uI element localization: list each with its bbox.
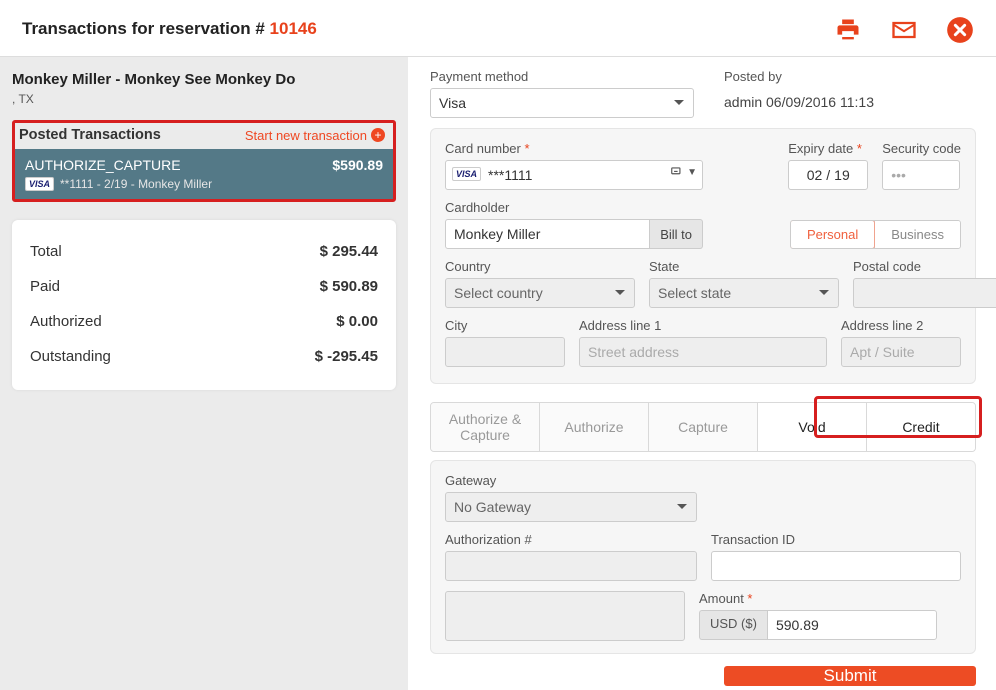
summary-panel: Total $ 295.44 Paid $ 590.89 Authorized $ 0… <box>12 220 396 390</box>
addr2-input[interactable] <box>841 337 961 367</box>
billto-segment: Personal Business <box>790 220 961 249</box>
state-label: State <box>649 259 839 274</box>
card-number-input[interactable] <box>445 160 703 190</box>
currency-label: USD ($) <box>699 610 767 640</box>
authnum-label: Authorization # <box>445 532 697 547</box>
posted-transactions-panel: Posted Transactions Start new transactio… <box>12 120 396 202</box>
expiry-month: 02 <box>807 167 823 183</box>
card-number-label: Card number <box>445 141 774 156</box>
postal-label: Postal code <box>853 259 996 274</box>
security-code-input[interactable] <box>882 160 960 190</box>
cardholder-label: Cardholder <box>445 200 776 215</box>
summary-auth-value: $ 0.00 <box>336 313 378 330</box>
tab-authorize[interactable]: Authorize <box>539 403 648 451</box>
submit-button[interactable]: Submit <box>724 666 976 686</box>
security-code-label: Security code <box>882 141 961 156</box>
city-input[interactable] <box>445 337 565 367</box>
payment-method-label: Payment method <box>430 69 694 84</box>
txid-input[interactable] <box>711 551 961 581</box>
tab-authorize-capture[interactable]: Authorize & Capture <box>431 403 539 451</box>
seg-business-button[interactable]: Business <box>874 221 960 248</box>
gateway-select[interactable]: No Gateway <box>445 492 697 522</box>
addr1-input[interactable] <box>579 337 827 367</box>
visa-icon: VISA <box>452 167 481 181</box>
email-icon[interactable] <box>890 16 918 42</box>
addr2-label: Address line 2 <box>841 318 961 333</box>
title-prefix: Transactions for reservation # <box>22 19 270 38</box>
bill-to-button[interactable]: Bill to <box>650 219 703 249</box>
amount-input[interactable] <box>767 610 937 640</box>
start-new-transaction-link[interactable]: Start new transaction + <box>245 128 385 143</box>
amount-label: Amount <box>699 591 937 606</box>
close-icon[interactable] <box>946 16 974 42</box>
guest-name: Monkey Miller - Monkey See Monkey Do <box>12 71 396 92</box>
plus-icon: + <box>371 128 385 142</box>
summary-auth-label: Authorized <box>30 313 102 330</box>
guest-location: , TX <box>12 92 396 106</box>
print-icon[interactable] <box>834 16 862 42</box>
summary-total-label: Total <box>30 243 62 260</box>
slash: / <box>826 167 830 183</box>
notes-box[interactable] <box>445 591 685 641</box>
payment-method-select[interactable]: Visa <box>430 88 694 118</box>
summary-paid-label: Paid <box>30 278 60 295</box>
transaction-row[interactable]: AUTHORIZE_CAPTURE $590.89 VISA **1111 - … <box>15 149 393 199</box>
gateway-label: Gateway <box>445 473 697 488</box>
state-select[interactable]: Select state <box>649 278 839 308</box>
summary-out-value: $ -295.45 <box>315 348 378 365</box>
expiry-input[interactable]: 02 / 19 <box>788 160 868 190</box>
transaction-amount: $590.89 <box>332 157 383 173</box>
summary-out-label: Outstanding <box>30 348 111 365</box>
summary-paid-value: $ 590.89 <box>320 278 378 295</box>
country-select[interactable]: Select country <box>445 278 635 308</box>
card-dropdown-icon[interactable]: ▼ <box>669 165 697 179</box>
expiry-label: Expiry date <box>788 141 868 156</box>
posted-by-value: admin 06/09/2016 11:13 <box>724 88 976 110</box>
addr1-label: Address line 1 <box>579 318 827 333</box>
seg-personal-button[interactable]: Personal <box>790 220 875 249</box>
cardholder-input[interactable] <box>445 219 650 249</box>
action-tabs: Authorize & Capture Authorize Capture Vo… <box>430 402 976 452</box>
page-title: Transactions for reservation # 10146 <box>22 19 317 39</box>
tab-capture[interactable]: Capture <box>648 403 757 451</box>
visa-icon: VISA <box>25 177 54 191</box>
expiry-year: 19 <box>834 167 850 183</box>
start-new-label: Start new transaction <box>245 128 367 143</box>
transaction-detail: **1111 - 2/19 - Monkey Miller <box>60 177 212 191</box>
authnum-input[interactable] <box>445 551 697 581</box>
tab-credit[interactable]: Credit <box>866 403 975 451</box>
tab-void[interactable]: Void <box>757 403 866 451</box>
country-label: Country <box>445 259 635 274</box>
posted-transactions-title: Posted Transactions <box>19 127 161 143</box>
posted-by-label: Posted by <box>724 69 976 84</box>
summary-total-value: $ 295.44 <box>320 243 378 260</box>
txid-label: Transaction ID <box>711 532 961 547</box>
city-label: City <box>445 318 565 333</box>
reservation-number: 10146 <box>270 19 317 38</box>
postal-input[interactable] <box>853 278 996 308</box>
transaction-type: AUTHORIZE_CAPTURE <box>25 157 181 173</box>
